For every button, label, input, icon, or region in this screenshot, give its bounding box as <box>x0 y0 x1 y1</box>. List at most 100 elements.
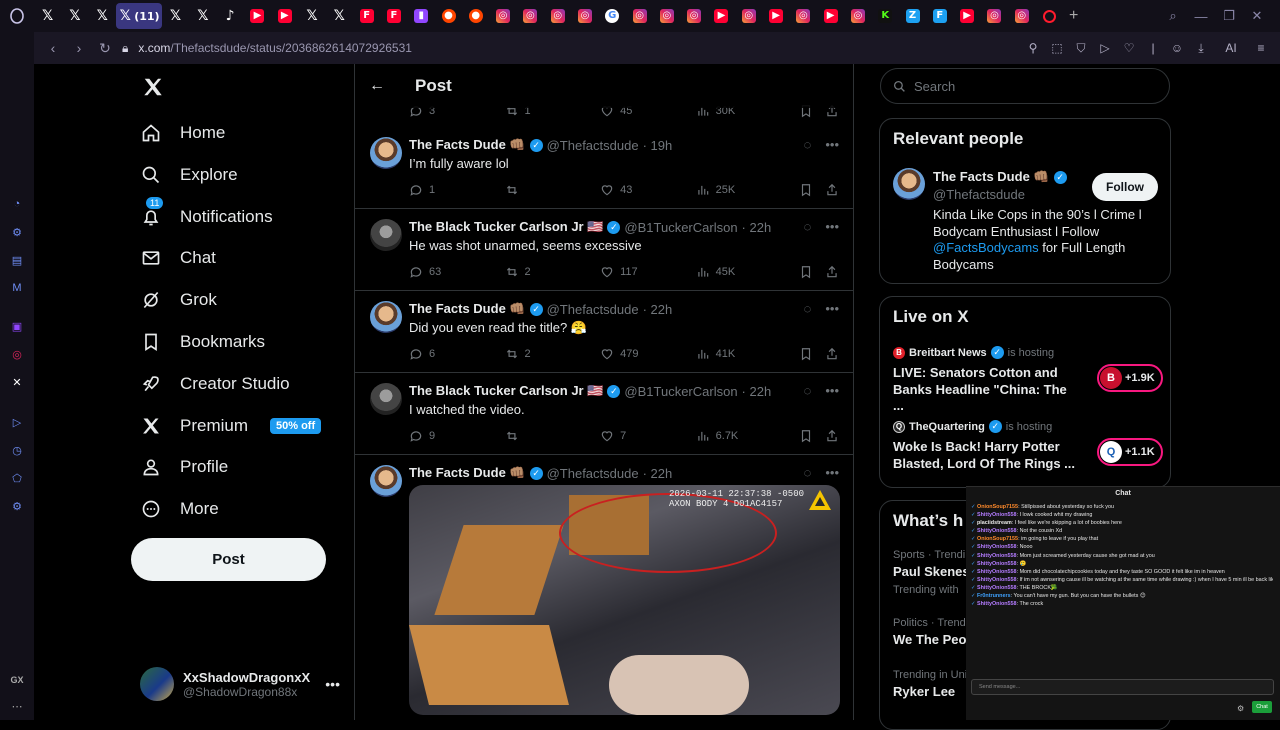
author-name[interactable]: The Black Tucker Carlson Jr 🇺🇸 <box>409 383 603 399</box>
repost-button[interactable]: 2 <box>505 347 601 361</box>
browser-tab[interactable]: ♪ <box>216 3 243 29</box>
browser-tab[interactable]: ◎ <box>735 3 762 29</box>
browser-tab[interactable]: K <box>872 3 899 29</box>
browser-tab[interactable]: ▶ <box>954 3 981 29</box>
browser-tab[interactable]: 𝕏 <box>326 3 353 29</box>
share-button[interactable] <box>825 183 839 197</box>
nav-notifications[interactable]: 11 Notifications <box>140 197 273 235</box>
browser-tab[interactable]: ◎ <box>790 3 817 29</box>
gx-limiter-icon[interactable]: ▤ <box>9 252 25 268</box>
browser-tab[interactable]: ▮ <box>408 3 435 29</box>
reply-button[interactable]: 6 <box>409 347 505 361</box>
nav-premium[interactable]: Premium 50% off <box>140 408 322 444</box>
tweet-time[interactable]: · 19h <box>643 138 673 153</box>
shield-icon[interactable]: ⛉ <box>1074 41 1088 56</box>
back-arrow-icon[interactable]: ← <box>369 77 391 95</box>
views-button[interactable]: 41K <box>696 347 800 361</box>
reply-tweet[interactable]: The Facts Dude 👊🏽 ✓ @Thefactsdude · 19h ◌ •••… <box>355 127 853 209</box>
history-icon[interactable]: ◷ <box>9 442 25 458</box>
share-button[interactable] <box>825 429 839 443</box>
minimize-button[interactable]: — <box>1192 9 1210 24</box>
browser-tab[interactable]: ◎ <box>681 3 708 29</box>
bookmark-button[interactable] <box>799 347 825 361</box>
avatar[interactable] <box>370 137 402 169</box>
reply-tweet[interactable]: The Black Tucker Carlson Jr 🇺🇸 ✓ @B1Tucker… <box>355 373 853 455</box>
reply-tweet[interactable]: The Facts Dude 👊🏽 ✓ @Thefactsdude · 22h ◌ •••… <box>355 291 853 373</box>
gx-cleaner-icon[interactable]: ⚙ <box>9 224 25 240</box>
trend-item[interactable]: Sports · Trendi Paul Skenes Trending wit… <box>893 549 970 596</box>
share-button[interactable] <box>825 265 839 279</box>
nav-explore[interactable]: Explore <box>140 157 238 193</box>
repost-button[interactable] <box>505 183 601 197</box>
chat-send-button[interactable]: Chat <box>1252 701 1272 713</box>
back-icon[interactable]: ‹ <box>42 40 64 56</box>
tweet-time[interactable]: · 22h <box>742 220 772 235</box>
follow-button[interactable]: Follow <box>1092 173 1158 201</box>
browser-tab[interactable]: ◎ <box>1008 3 1035 29</box>
browser-tab[interactable]: ● <box>462 3 489 29</box>
browser-tab[interactable]: F <box>353 3 380 29</box>
grok-icon[interactable]: ◌ <box>804 137 812 152</box>
account-switcher[interactable]: XxShadowDragonxX @ShadowDragon88x ••• <box>140 664 340 704</box>
tweet-video[interactable]: 2026-03-11 22:37:38 -0500 AXON BODY 4 D01… <box>409 485 840 715</box>
live-item[interactable]: Q TheQuartering ✓ is hosting Woke Is Back! … <box>893 420 1163 472</box>
repost-button[interactable]: 2 <box>505 265 601 279</box>
bio-link[interactable]: @FactsBodycams <box>933 240 1039 255</box>
avatar[interactable] <box>370 219 402 251</box>
opera-gx-menu-icon[interactable] <box>0 0 34 32</box>
tweet-time[interactable]: · 22h <box>643 466 673 481</box>
nav-creator-studio[interactable]: Creator Studio <box>140 366 290 402</box>
chat-username[interactable]: ShittyOnion558 <box>977 601 1017 607</box>
author-name[interactable]: The Black Tucker Carlson Jr 🇺🇸 <box>409 219 603 235</box>
chat-username[interactable]: placiidstream <box>977 520 1012 526</box>
search-box[interactable]: Search <box>880 68 1170 104</box>
bookmark-button[interactable] <box>799 183 825 197</box>
profile-icon[interactable]: ☺ <box>1170 41 1184 55</box>
author-handle[interactable]: @B1TuckerCarlson <box>624 220 737 235</box>
grok-icon[interactable]: ◌ <box>804 219 812 234</box>
reply-tweet[interactable]: The Black Tucker Carlson Jr 🇺🇸 ✓ @B1Tucker… <box>355 209 853 291</box>
x-logo-icon[interactable] <box>142 76 164 98</box>
more-options-icon[interactable]: ••• <box>825 219 839 234</box>
chat-username[interactable]: OnionSoup7155 <box>977 536 1018 542</box>
more-options-icon[interactable]: ••• <box>825 137 839 152</box>
share-button[interactable] <box>825 347 839 361</box>
more-options-icon[interactable]: ••• <box>825 383 839 398</box>
browser-tab[interactable]: 𝕏 (11) <box>115 3 162 29</box>
close-window-button[interactable]: ✕ <box>1248 8 1266 24</box>
pin-icon[interactable]: ⚲ <box>1026 41 1040 55</box>
heart-icon[interactable]: ♡ <box>1122 41 1136 55</box>
grok-icon[interactable]: ◌ <box>804 465 812 480</box>
chat-username[interactable]: ShittyOnion558 <box>977 512 1017 518</box>
chat-username[interactable]: ShittyOnion558 <box>977 561 1017 567</box>
reply-button[interactable]: 63 <box>409 265 505 279</box>
browser-tab[interactable]: 𝕏 <box>61 3 88 29</box>
chat-username[interactable]: ShittyOnion558 <box>977 569 1017 575</box>
browser-tab[interactable]: 𝕏 <box>89 3 116 29</box>
browser-tab[interactable]: ◎ <box>517 3 544 29</box>
reply-button[interactable]: 9 <box>409 429 505 443</box>
twitch-icon[interactable]: ▣ <box>9 318 25 334</box>
browser-tab[interactable]: ▶ <box>271 3 298 29</box>
chat-username[interactable]: OnionSoup7155 <box>977 504 1018 510</box>
trend-item[interactable]: Trending in Uni Ryker Lee <box>893 669 967 699</box>
gx-music-icon[interactable]: M <box>9 280 25 296</box>
browser-tab[interactable] <box>1035 3 1062 29</box>
views-button[interactable]: 25K <box>696 183 800 197</box>
browser-tab[interactable]: ▶ <box>708 3 735 29</box>
author-handle[interactable]: @B1TuckerCarlson <box>624 384 737 399</box>
tweet-time[interactable]: · 22h <box>742 384 772 399</box>
download-icon[interactable]: ⤓ <box>1194 41 1208 56</box>
search-input[interactable]: Search <box>914 79 955 94</box>
grok-icon[interactable]: ◌ <box>804 301 812 316</box>
menu-icon[interactable]: ≡ <box>1254 41 1268 55</box>
chat-username[interactable]: ShittyOnion558 <box>977 528 1017 534</box>
snapshot-icon[interactable]: ⬚ <box>1050 41 1064 55</box>
browser-tab[interactable]: F <box>380 3 407 29</box>
chat-username[interactable]: ShittyOnion558 <box>977 577 1017 583</box>
browser-tab[interactable]: ◎ <box>981 3 1008 29</box>
extensions-icon[interactable]: ⬠ <box>9 470 25 486</box>
like-button[interactable]: 7 <box>600 429 696 443</box>
nav-home[interactable]: Home <box>140 115 225 151</box>
search-tabs-icon[interactable]: ⌕ <box>1164 8 1182 24</box>
